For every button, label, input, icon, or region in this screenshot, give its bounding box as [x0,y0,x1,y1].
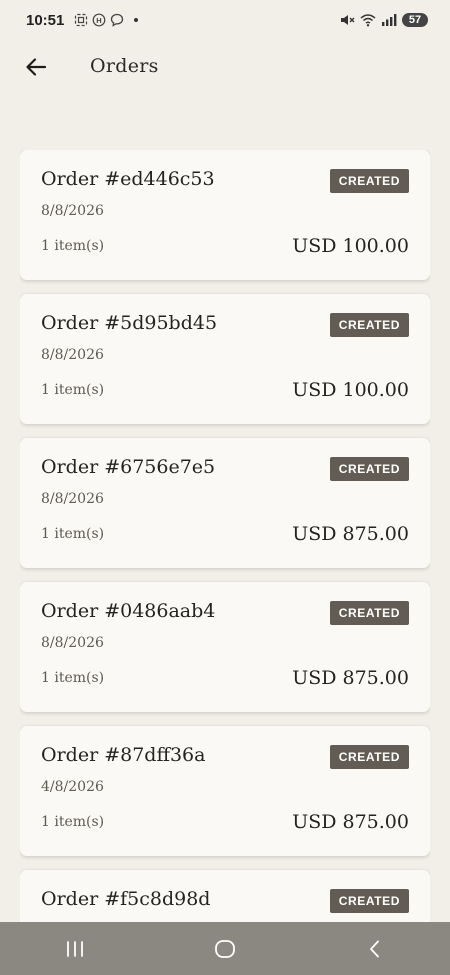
order-card[interactable]: Order #ed446c53 CREATED 8/8/2026 1 item(… [20,150,430,280]
home-button[interactable] [195,929,255,969]
screen-record-icon [75,13,88,27]
order-date: 8/8/2026 [41,635,104,651]
order-card[interactable]: Order #6756e7e5 CREATED 8/8/2026 1 item(… [20,438,430,568]
order-title: Order #0486aab4 [41,600,216,622]
status-badge: CREATED [329,745,409,769]
order-item-count: 1 item(s) [41,382,105,398]
order-total: USD 875.00 [292,523,409,545]
orders-list[interactable]: Order #ed446c53 CREATED 8/8/2026 1 item(… [20,150,430,922]
recent-apps-button[interactable] [45,929,105,969]
svg-text:H: H [97,16,102,25]
nav-back-button[interactable] [345,929,405,969]
order-total: USD 875.00 [292,667,409,689]
order-date: 8/8/2026 [41,491,104,507]
status-badge: CREATED [329,457,409,481]
order-title: Order #6756e7e5 [41,456,216,478]
order-total: USD 100.00 [292,235,409,257]
order-title: Order #f5c8d98d [41,888,211,910]
order-item-count: 1 item(s) [41,526,105,542]
status-badge: CREATED [329,601,409,625]
order-title: Order #ed446c53 [41,168,215,190]
status-badge: CREATED [329,889,409,913]
order-card[interactable]: Order #87dff36a CREATED 4/8/2026 1 item(… [20,726,430,856]
navigation-bar [0,922,450,975]
order-card[interactable]: Order #f5c8d98d CREATED [20,870,430,922]
system-icons: 57 [339,13,428,27]
order-date: 4/8/2026 [41,779,104,795]
recent-apps-icon [67,940,83,957]
mute-icon [341,15,355,25]
signal-icon [382,14,397,26]
arrow-left-icon [26,58,47,76]
status-time: 10:51 [26,11,65,29]
order-date: 8/8/2026 [41,203,104,219]
h-badge-icon: H [92,13,106,27]
order-title: Order #87dff36a [41,744,206,766]
back-icon [370,940,379,957]
home-icon [215,939,235,958]
page-title: Orders [90,55,159,77]
order-item-count: 1 item(s) [41,670,105,686]
order-card[interactable]: Order #0486aab4 CREATED 8/8/2026 1 item(… [20,582,430,712]
order-title: Order #5d95bd45 [41,312,218,334]
order-item-count: 1 item(s) [41,814,105,830]
status-bar: 10:51 H 57 [0,0,450,40]
order-card[interactable]: Order #5d95bd45 CREATED 8/8/2026 1 item(… [20,294,430,424]
status-badge: CREATED [329,169,409,193]
more-notifications-dot [134,18,139,22]
order-total: USD 875.00 [292,811,409,833]
notification-icons: H [74,13,139,27]
app-header: Orders [0,40,450,94]
battery-icon: 57 [402,13,428,27]
status-badge: CREATED [329,313,409,337]
wifi-icon [360,14,376,27]
chat-icon [111,13,124,27]
back-button[interactable] [22,54,50,80]
order-item-count: 1 item(s) [41,238,105,254]
order-total: USD 100.00 [292,379,409,401]
order-date: 8/8/2026 [41,347,104,363]
